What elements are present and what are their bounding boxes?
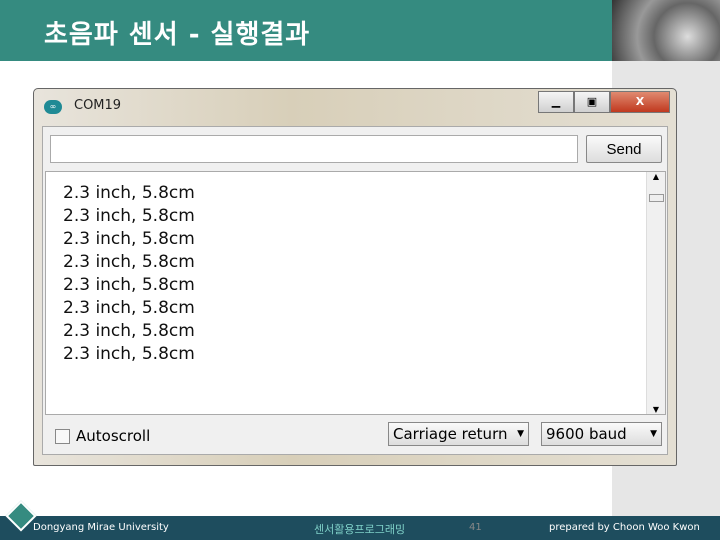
line-ending-value: Carriage return [393, 425, 508, 443]
footer: Dongyang Mirae University 센서활용프로그래밍 41 p… [0, 516, 720, 540]
send-button[interactable]: Send [586, 135, 662, 163]
output-line: 2.3 inch, 5.8cm [63, 183, 195, 203]
checkbox-icon[interactable] [55, 428, 70, 444]
serial-output: 2.3 inch, 5.8cm 2.3 inch, 5.8cm 2.3 inch, … [45, 171, 666, 415]
university-name: Dongyang Mirae University [33, 522, 169, 533]
output-line: 2.3 inch, 5.8cm [63, 252, 195, 272]
slide-header: 초음파 센서 - 실행결과 [0, 0, 612, 61]
header-image [612, 0, 720, 61]
output-line: 2.3 inch, 5.8cm [63, 298, 195, 318]
arduino-logo-icon: ∞ [44, 100, 62, 114]
author: prepared by Choon Woo Kwon [549, 522, 700, 533]
chevron-down-icon: ▼ [650, 429, 657, 439]
window-title: COM19 [74, 98, 122, 113]
chevron-down-icon: ▼ [517, 429, 524, 439]
serial-monitor-window: ∞ COM19 ▁ ▣ X Send 2.3 inch, 5.8cm 2.3 in… [33, 88, 677, 466]
page-number: 41 [469, 522, 482, 533]
course-name: 센서활용프로그래밍 [314, 523, 406, 536]
serial-input[interactable] [50, 135, 578, 163]
scroll-down-icon[interactable]: ▼ [647, 405, 665, 414]
line-ending-select[interactable]: Carriage return ▼ [388, 422, 529, 446]
autoscroll-checkbox[interactable]: Autoscroll [55, 427, 150, 445]
scroll-up-icon[interactable]: ▲ [647, 172, 665, 181]
autoscroll-label: Autoscroll [76, 427, 151, 445]
baud-value: 9600 baud [546, 425, 627, 443]
output-line: 2.3 inch, 5.8cm [63, 344, 195, 364]
scrollbar-thumb[interactable] [649, 194, 664, 202]
output-line: 2.3 inch, 5.8cm [63, 229, 195, 249]
slide-title: 초음파 센서 - 실행결과 [44, 20, 311, 50]
output-line: 2.3 inch, 5.8cm [63, 321, 195, 341]
scrollbar[interactable]: ▲ ▼ [646, 172, 665, 414]
baud-select[interactable]: 9600 baud ▼ [541, 422, 662, 446]
output-line: 2.3 inch, 5.8cm [63, 206, 195, 226]
output-line: 2.3 inch, 5.8cm [63, 275, 195, 295]
close-button[interactable]: X [610, 91, 670, 113]
maximize-button[interactable]: ▣ [574, 91, 610, 113]
minimize-button[interactable]: ▁ [538, 91, 574, 113]
